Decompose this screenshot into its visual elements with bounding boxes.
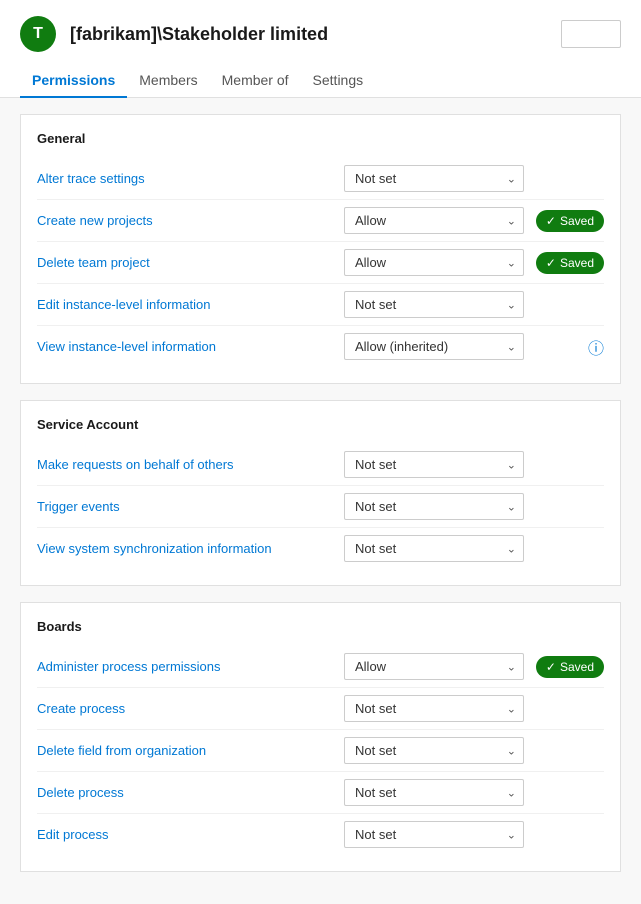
main-content: GeneralAlter trace settingsNot setAllowD… [0, 98, 641, 904]
table-row: Create processNot setAllowDenyAllow (inh… [37, 688, 604, 730]
permission-dropdown[interactable]: Not setAllowDenyAllow (inherited)Not all… [344, 779, 524, 806]
permission-label[interactable]: Alter trace settings [37, 171, 344, 186]
permission-select-wrap: Not setAllowDenyAllow (inherited)Not all… [344, 333, 524, 360]
table-row: Administer process permissionsNot setAll… [37, 646, 604, 688]
saved-badge: ✓ Saved [536, 252, 604, 274]
permission-label[interactable]: Delete team project [37, 255, 344, 270]
section-title-service-account: Service Account [37, 417, 604, 432]
permission-dropdown[interactable]: Not setAllowDenyAllow (inherited)Not all… [344, 695, 524, 722]
permission-select-wrap: Not setAllowDenyAllow (inherited)Not all… [344, 653, 524, 680]
page-title: [fabrikam]\Stakeholder limited [70, 24, 328, 45]
permission-label[interactable]: Delete process [37, 785, 344, 800]
saved-badge: ✓ Saved [536, 656, 604, 678]
permission-dropdown[interactable]: Not setAllowDenyAllow (inherited)Not all… [344, 493, 524, 520]
tab-members[interactable]: Members [127, 64, 209, 98]
permission-label[interactable]: View instance-level information [37, 339, 344, 354]
tab-permissions[interactable]: Permissions [20, 64, 127, 98]
permission-select-wrap: Not setAllowDenyAllow (inherited)Not all… [344, 779, 524, 806]
header: T [fabrikam]\Stakeholder limited [0, 0, 641, 64]
permission-dropdown[interactable]: Not setAllowDenyAllow (inherited)Not all… [344, 451, 524, 478]
saved-badge: ✓ Saved [536, 210, 604, 232]
search-box[interactable] [561, 20, 621, 48]
permission-label[interactable]: Edit process [37, 827, 344, 842]
permission-dropdown[interactable]: Not setAllowDenyAllow (inherited)Not all… [344, 333, 524, 360]
permission-dropdown[interactable]: Not setAllowDenyAllow (inherited)Not all… [344, 207, 524, 234]
permission-dropdown[interactable]: Not setAllowDenyAllow (inherited)Not all… [344, 821, 524, 848]
table-row: Edit processNot setAllowDenyAllow (inher… [37, 814, 604, 855]
section-service-account: Service Account Make requests on behalf o… [20, 400, 621, 586]
table-row: Delete processNot setAllowDenyAllow (inh… [37, 772, 604, 814]
permission-select-wrap: Not setAllowDenyAllow (inherited)Not all… [344, 493, 524, 520]
permission-action: ⓘ [524, 335, 604, 359]
permission-label[interactable]: Edit instance-level information [37, 297, 344, 312]
tab-settings[interactable]: Settings [301, 64, 376, 98]
section-title-general: General [37, 131, 604, 146]
tab-member-of[interactable]: Member of [210, 64, 301, 98]
permission-label[interactable]: Create process [37, 701, 344, 716]
permission-label[interactable]: View system synchronization information [37, 541, 344, 556]
permission-action: ✓ Saved [524, 656, 604, 678]
permission-select-wrap: Not setAllowDenyAllow (inherited)Not all… [344, 249, 524, 276]
permission-action: ✓ Saved [524, 210, 604, 232]
permission-dropdown[interactable]: Not setAllowDenyAllow (inherited)Not all… [344, 535, 524, 562]
check-icon: ✓ [546, 660, 556, 674]
permission-label[interactable]: Trigger events [37, 499, 344, 514]
permission-dropdown[interactable]: Not setAllowDenyAllow (inherited)Not all… [344, 249, 524, 276]
info-icon[interactable]: ⓘ [588, 335, 604, 359]
permission-select-wrap: Not setAllowDenyAllow (inherited)Not all… [344, 291, 524, 318]
check-icon: ✓ [546, 214, 556, 228]
permission-select-wrap: Not setAllowDenyAllow (inherited)Not all… [344, 535, 524, 562]
table-row: View system synchronization informationN… [37, 528, 604, 569]
permission-select-wrap: Not setAllowDenyAllow (inherited)Not all… [344, 821, 524, 848]
table-row: Make requests on behalf of othersNot set… [37, 444, 604, 486]
permission-dropdown[interactable]: Not setAllowDenyAllow (inherited)Not all… [344, 291, 524, 318]
check-icon: ✓ [546, 256, 556, 270]
table-row: Delete field from organizationNot setAll… [37, 730, 604, 772]
section-boards: BoardsAdminister process permissionsNot … [20, 602, 621, 872]
table-row: Delete team projectNot setAllowDenyAllow… [37, 242, 604, 284]
table-row: Create new projectsNot setAllowDenyAllow… [37, 200, 604, 242]
table-row: Alter trace settingsNot setAllowDenyAllo… [37, 158, 604, 200]
permission-select-wrap: Not setAllowDenyAllow (inherited)Not all… [344, 737, 524, 764]
nav-tabs: PermissionsMembersMember ofSettings [0, 64, 641, 98]
table-row: Trigger eventsNot setAllowDenyAllow (inh… [37, 486, 604, 528]
permission-select-wrap: Not setAllowDenyAllow (inherited)Not all… [344, 207, 524, 234]
permission-select-wrap: Not setAllowDenyAllow (inherited)Not all… [344, 695, 524, 722]
permission-label[interactable]: Delete field from organization [37, 743, 344, 758]
table-row: Edit instance-level informationNot setAl… [37, 284, 604, 326]
table-row: View instance-level informationNot setAl… [37, 326, 604, 367]
permission-select-wrap: Not setAllowDenyAllow (inherited)Not all… [344, 451, 524, 478]
permission-action: ✓ Saved [524, 252, 604, 274]
permission-label[interactable]: Create new projects [37, 213, 344, 228]
permission-select-wrap: Not setAllowDenyAllow (inherited)Not all… [344, 165, 524, 192]
permission-label[interactable]: Make requests on behalf of others [37, 457, 344, 472]
permission-label[interactable]: Administer process permissions [37, 659, 344, 674]
avatar: T [20, 16, 56, 52]
section-general: GeneralAlter trace settingsNot setAllowD… [20, 114, 621, 384]
permission-dropdown[interactable]: Not setAllowDenyAllow (inherited)Not all… [344, 653, 524, 680]
section-title-boards: Boards [37, 619, 604, 634]
permission-dropdown[interactable]: Not setAllowDenyAllow (inherited)Not all… [344, 737, 524, 764]
permission-dropdown[interactable]: Not setAllowDenyAllow (inherited)Not all… [344, 165, 524, 192]
